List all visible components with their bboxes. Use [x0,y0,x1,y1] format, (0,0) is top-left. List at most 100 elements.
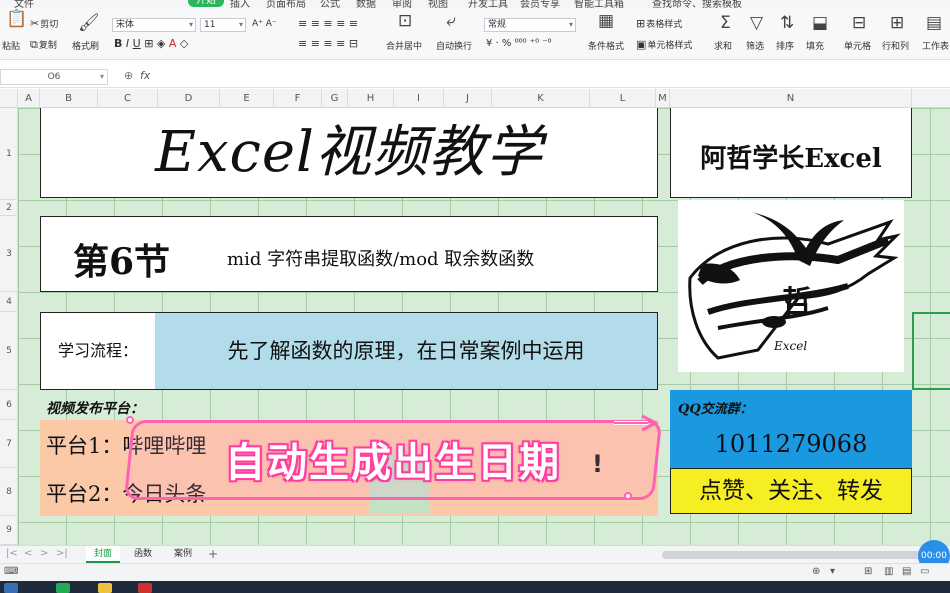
menu-insert[interactable]: 插入 [230,0,250,8]
chevron-down-icon[interactable]: ▾ [830,566,835,577]
col-header-c[interactable]: C [98,89,158,108]
col-header-a[interactable]: A [18,89,40,108]
row-header-2[interactable]: 2 [0,200,18,216]
menu-formulas[interactable]: 公式 [320,0,340,8]
app-icon[interactable] [56,583,70,593]
row-header-4[interactable]: 4 [0,292,18,312]
row-header-3[interactable]: 3 [0,216,18,292]
next-sheet-icon[interactable]: > [40,548,48,559]
sum-button[interactable]: 求和 [714,41,732,53]
tab-functions[interactable]: 函数 [126,546,160,563]
underline-icon[interactable]: U [133,37,141,50]
format-painter-icon[interactable]: 🖌 [78,14,100,32]
title-cell[interactable]: Excel视频教学 [40,108,658,198]
col-header-n[interactable]: N [670,89,912,108]
merge-icon[interactable]: ⊡ [398,12,412,30]
row-header-1[interactable]: 1 [0,108,18,200]
rows-cols-button[interactable]: 行和列 [882,41,909,53]
page-layout-icon[interactable]: ▥ [884,566,893,577]
align-buttons[interactable]: ≡ ≡ ≡ ≡ ⊟ [298,38,358,50]
macro-icon[interactable]: ⌨ [4,566,18,577]
col-header-b[interactable]: B [40,89,98,108]
worksheet-icon[interactable]: ▤ [926,14,942,32]
col-header-i[interactable]: I [394,89,444,108]
menu-developer[interactable]: 开发工具 [468,0,508,8]
conditional-format-button[interactable]: 条件格式 [588,41,624,53]
last-sheet-icon[interactable]: >| [56,548,68,559]
font-size-select[interactable]: 11 ▾ [200,18,246,32]
font-color-icon[interactable]: A [169,37,177,50]
fill-color-icon[interactable]: ◈ [157,37,165,50]
number-buttons[interactable]: ¥ · % ⁰⁰⁰ ⁺⁰ ⁻⁰ [486,38,552,50]
paste-icon[interactable]: 📋 [6,10,27,28]
menu-smart-tools[interactable]: 智能工具箱 [574,0,624,8]
prev-sheet-icon[interactable]: < [24,548,32,559]
fill-button[interactable]: 填充 [806,41,824,53]
col-header-g[interactable]: G [322,89,348,108]
col-header-j[interactable]: J [444,89,492,108]
flow-cell[interactable]: 学习流程： 先了解函数的原理，在日常案例中运用 [40,312,658,390]
paste-button[interactable]: 粘贴 [2,41,20,53]
col-header-m[interactable]: M [656,89,670,108]
sort-button[interactable]: 排序 [776,41,794,53]
tab-cover[interactable]: 封面 [86,546,121,563]
first-sheet-icon[interactable]: |< [6,548,18,559]
brand-cell[interactable]: 阿哲学长Excel [670,108,912,198]
row-header-5[interactable]: 5 [0,312,18,390]
app-icon[interactable] [138,583,152,593]
font-style-buttons[interactable]: B I U ⊞ ◈ A ◇ [114,38,188,50]
merge-center-button[interactable]: 合并居中 [386,41,422,53]
wrap-text-icon[interactable]: ⤶ [446,12,456,30]
select-all-corner[interactable] [0,89,18,108]
italic-icon[interactable]: I [126,37,129,50]
horizontal-scrollbar[interactable] [662,551,924,559]
col-header-e[interactable]: E [220,89,274,108]
sort-icon[interactable]: ⇅ [780,14,794,32]
reading-mode-icon[interactable]: ▭ [920,566,929,577]
format-painter-button[interactable]: 格式刷 [72,41,99,53]
menu-review[interactable]: 审阅 [392,0,412,8]
copy-button[interactable]: ⧉复制 [30,39,57,52]
col-header-f[interactable]: F [274,89,322,108]
row-header-8[interactable]: 8 [0,468,18,516]
fill-icon[interactable]: ⬓ [812,14,828,32]
wrap-text-button[interactable]: 自动换行 [436,41,472,53]
menu-data[interactable]: 数据 [356,0,376,8]
col-header-l[interactable]: L [590,89,656,108]
row-header-9[interactable]: 9 [0,516,18,545]
menu-page-layout[interactable]: 页面布局 [266,0,306,8]
command-search[interactable]: 查找命令、搜索模板 [652,0,742,8]
col-header-h[interactable]: H [348,89,394,108]
page-break-icon[interactable]: ▤ [902,566,911,577]
col-header-k[interactable]: K [492,89,590,108]
filter-icon[interactable]: ▽ [750,14,763,32]
conditional-format-icon[interactable]: ▦ [598,12,614,30]
cut-button[interactable]: ✂剪切 [30,18,58,31]
sum-icon[interactable]: Σ [720,14,731,32]
section-cell[interactable]: 第6节 mid 字符串提取函数/mod 取余数函数 [40,216,658,292]
font-name-select[interactable]: 宋体 ▾ [112,18,196,32]
zoom-icon[interactable]: ⊕ [124,69,133,82]
col-header-d[interactable]: D [158,89,220,108]
row-header-7[interactable]: 7 [0,420,18,468]
number-format-select[interactable]: 常规 ▾ [484,18,576,32]
menu-view[interactable]: 视图 [428,0,448,8]
border-icon[interactable]: ⊞ [144,37,153,50]
align-top-buttons[interactable]: ≡ ≡ ≡ ≡ ≡ [298,18,358,30]
bold-icon[interactable]: B [114,37,122,50]
cell-style-button[interactable]: ▣单元格样式 [636,39,692,52]
row-header-6[interactable]: 6 [0,390,18,420]
start-icon[interactable] [4,583,18,593]
normal-view-icon[interactable]: ⊞ [864,566,872,577]
filter-button[interactable]: 筛选 [746,41,764,53]
clear-icon[interactable]: ◇ [180,37,188,50]
folder-icon[interactable] [98,583,112,593]
menu-home[interactable]: 开始 [188,0,224,7]
font-grow-icon[interactable]: A⁺ A⁻ [252,18,277,30]
selected-cell[interactable] [912,312,950,390]
table-style-button[interactable]: ⊞表格样式 [636,18,682,31]
name-box[interactable]: O6 ▾ [0,69,108,85]
menu-member[interactable]: 会员专享 [520,0,560,8]
cells-icon[interactable]: ⊟ [852,14,866,32]
worksheet-button[interactable]: 工作表 [922,41,949,53]
